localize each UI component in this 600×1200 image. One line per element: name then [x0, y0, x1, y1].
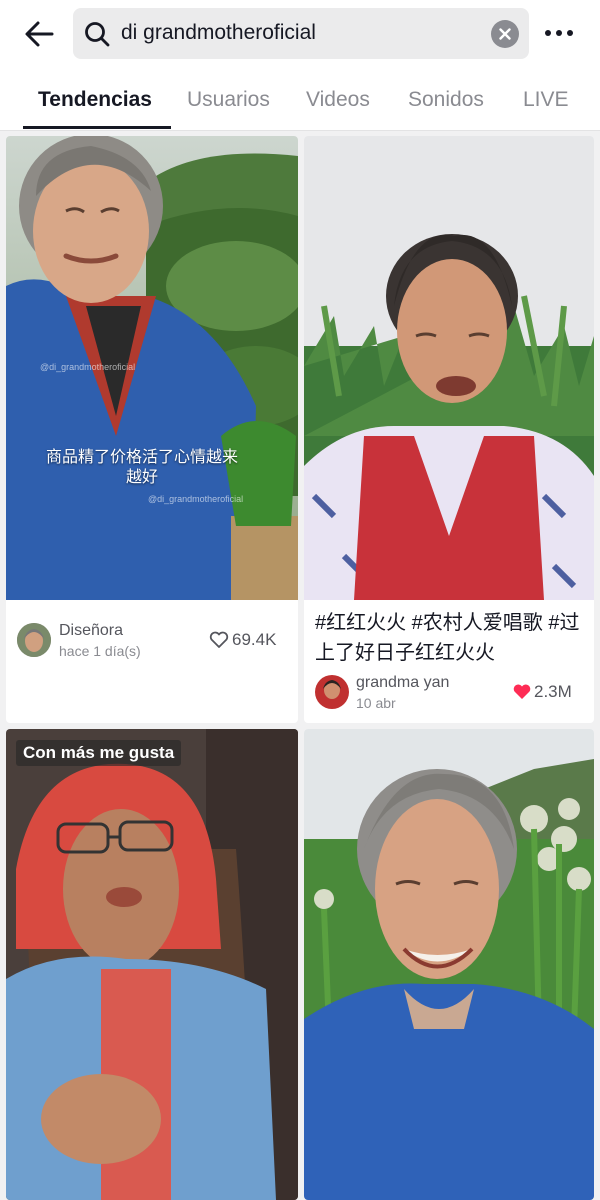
post-date: hace 1 día(s)	[59, 643, 141, 659]
avatar[interactable]	[315, 675, 349, 709]
video-card[interactable]: #红红火火 #农村人爱唱歌 #过上了好日子红红火火 grandma yan 10…	[304, 136, 594, 723]
post-date: 10 abr	[356, 695, 396, 711]
watermark-text: @di_grandmotheroficial	[40, 362, 136, 372]
active-tab-indicator	[23, 126, 171, 129]
video-thumbnail[interactable]	[304, 729, 594, 1200]
tab-live[interactable]: LIVE	[523, 88, 569, 112]
tab-tendencias[interactable]: Tendencias	[38, 88, 152, 112]
clear-search-button[interactable]	[491, 20, 519, 48]
heart-filled-icon	[512, 683, 532, 701]
watermark-text: @di_grandmotheroficial	[148, 494, 244, 504]
video-card[interactable]: @di_grandmotheroficial @di_grandmotherof…	[6, 136, 298, 723]
video-overlay-caption: 商品精了价格活了心情越来越好	[45, 449, 238, 486]
back-arrow-icon[interactable]	[20, 14, 60, 54]
most-liked-badge: Con más me gusta	[16, 740, 182, 766]
search-query-text[interactable]: di grandmotheroficial	[121, 21, 316, 45]
search-input[interactable]: di grandmotheroficial	[73, 8, 529, 59]
video-card[interactable]	[304, 729, 594, 1200]
tab-sonidos[interactable]: Sonidos	[408, 88, 484, 112]
tab-videos[interactable]: Videos	[306, 88, 370, 112]
video-thumbnail[interactable]	[304, 136, 594, 600]
like-count: 69.4K	[232, 630, 277, 649]
video-card[interactable]	[6, 729, 298, 1200]
video-thumbnail[interactable]	[6, 729, 298, 1200]
tab-usuarios[interactable]: Usuarios	[187, 88, 270, 112]
heart-outline-icon	[209, 631, 229, 649]
video-thumbnail[interactable]: @di_grandmotheroficial @di_grandmotherof…	[6, 136, 298, 600]
video-caption[interactable]: #红红火火 #农村人爱唱歌 #过上了好日子红红火火	[315, 608, 590, 668]
more-options-icon[interactable]	[541, 18, 577, 48]
author-name[interactable]: Diseñora	[59, 622, 123, 640]
search-icon	[83, 20, 111, 48]
search-tabs: Tendencias Usuarios Videos Sonidos LIVE	[0, 68, 600, 131]
avatar[interactable]	[17, 623, 51, 657]
author-name[interactable]: grandma yan	[356, 674, 449, 692]
like-count: 2.3M	[534, 682, 572, 701]
top-bar: di grandmotheroficial	[0, 0, 600, 68]
close-icon	[499, 28, 511, 40]
